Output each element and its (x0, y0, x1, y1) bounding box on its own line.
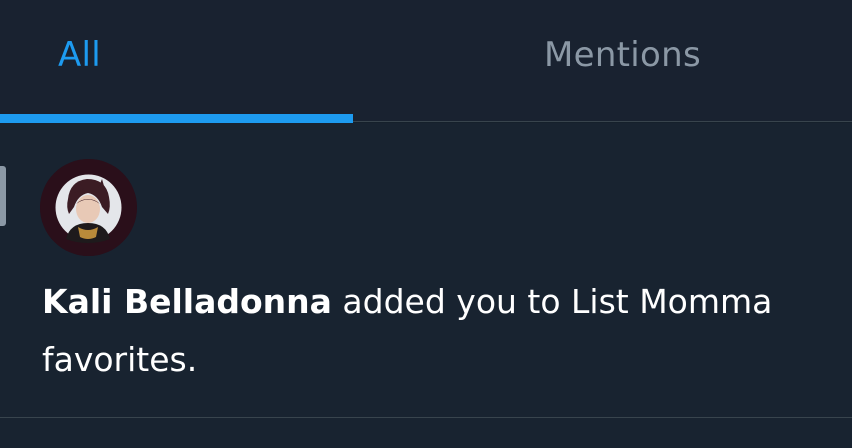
notifications-tab-bar: All Mentions (0, 0, 852, 123)
notification-item[interactable]: Kali Belladonna added you to List Momma … (0, 123, 852, 417)
tab-all[interactable]: All (0, 0, 353, 122)
notification-feed: Kali Belladonna added you to List Momma … (0, 123, 852, 448)
user-avatar-icon (40, 159, 137, 256)
notification-text: Kali Belladonna added you to List Momma … (42, 273, 842, 389)
tab-mentions[interactable]: Mentions (353, 0, 852, 122)
unread-marker (0, 166, 6, 226)
tab-mentions-label: Mentions (543, 35, 702, 75)
tab-bar-divider (353, 121, 852, 122)
actor-name-link[interactable]: Kali Belladonna (42, 282, 332, 321)
tab-all-label: All (58, 35, 102, 75)
row-divider (0, 417, 852, 418)
avatar[interactable] (40, 159, 137, 256)
active-tab-indicator (0, 114, 353, 123)
